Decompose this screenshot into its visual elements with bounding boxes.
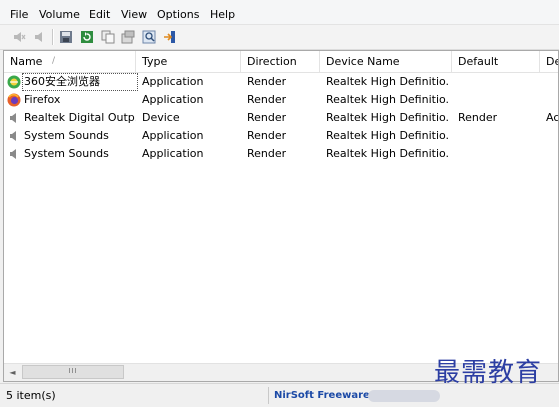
save-icon[interactable] xyxy=(59,30,73,44)
audio-list-view[interactable]: Name / Type Direction Device Name Default… xyxy=(3,50,559,382)
row-type: Device xyxy=(142,109,180,127)
row-direction: Render xyxy=(247,91,286,109)
firefox-icon xyxy=(7,93,21,107)
speaker-icon xyxy=(7,129,21,143)
row-device-name: Realtek High Definitio... xyxy=(326,145,450,163)
row-type: Application xyxy=(142,91,203,109)
row-direction: Render xyxy=(247,127,286,145)
menu-help[interactable]: Help xyxy=(210,8,235,22)
row-device-name: Realtek High Definitio... xyxy=(326,127,450,145)
scroll-left-button[interactable]: ◄ xyxy=(4,364,21,381)
column-header-type[interactable]: Type xyxy=(136,51,241,72)
row-type: Application xyxy=(142,127,203,145)
row-name: Firefox xyxy=(24,91,60,109)
unmute-icon[interactable] xyxy=(33,30,47,44)
column-header-name[interactable]: Name / xyxy=(4,51,136,72)
row-name: Realtek Digital Outp... xyxy=(24,109,136,127)
copy-icon[interactable] xyxy=(101,30,115,44)
table-row[interactable]: System Sounds Application Render Realtek… xyxy=(4,145,559,163)
row-device-name: Realtek High Definitio... xyxy=(326,91,450,109)
row-type: Application xyxy=(142,73,203,91)
row-name: System Sounds xyxy=(24,127,109,145)
row-type: Application xyxy=(142,145,203,163)
properties-icon[interactable] xyxy=(121,30,135,44)
list-header: Name / Type Direction Device Name Default… xyxy=(4,51,559,73)
row-device-name: Realtek High Definitio... xyxy=(326,73,450,91)
toolbar xyxy=(0,25,559,50)
exit-icon[interactable] xyxy=(163,30,177,44)
blurred-region xyxy=(368,390,440,402)
row-name: System Sounds xyxy=(24,145,109,163)
360-browser-icon xyxy=(7,75,21,89)
column-header-device-name[interactable]: Device Name xyxy=(320,51,452,72)
column-header-default[interactable]: Default xyxy=(452,51,540,72)
table-row[interactable]: 360安全浏览器 Application Render Realtek High… xyxy=(4,73,559,91)
scrollbar-thumb[interactable]: III xyxy=(22,365,124,379)
table-row[interactable]: System Sounds Application Render Realtek… xyxy=(4,127,559,145)
menu-view[interactable]: View xyxy=(121,8,147,22)
row-extra: Ac xyxy=(546,109,559,127)
column-header-de[interactable]: De xyxy=(540,51,559,72)
row-name: 360安全浏览器 xyxy=(22,73,138,91)
row-direction: Render xyxy=(247,145,286,163)
status-divider xyxy=(268,387,269,404)
refresh-icon[interactable] xyxy=(80,30,94,44)
mute-icon[interactable] xyxy=(12,30,26,44)
menu-bar: File Volume Edit View Options Help xyxy=(0,0,559,25)
row-device-name: Realtek High Definitio... xyxy=(326,109,450,127)
row-direction: Render xyxy=(247,109,286,127)
status-item-count: 5 item(s) xyxy=(6,388,56,404)
column-header-direction[interactable]: Direction xyxy=(241,51,320,72)
speaker-icon xyxy=(7,111,21,125)
row-direction: Render xyxy=(247,73,286,91)
table-row[interactable]: Realtek Digital Outp... Device Render Re… xyxy=(4,109,559,127)
find-icon[interactable] xyxy=(142,30,156,44)
menu-volume[interactable]: Volume xyxy=(39,8,80,22)
menu-options[interactable]: Options xyxy=(157,8,199,22)
speaker-icon xyxy=(7,147,21,161)
watermark-text: 最需教育 xyxy=(434,357,542,389)
table-row[interactable]: Firefox Application Render Realtek High … xyxy=(4,91,559,109)
scrollbar-grip: III xyxy=(68,367,77,375)
toolbar-separator xyxy=(52,29,54,45)
sort-indicator: / xyxy=(52,51,55,72)
row-default: Render xyxy=(458,109,497,127)
menu-edit[interactable]: Edit xyxy=(89,8,110,22)
menu-file[interactable]: File xyxy=(10,8,28,22)
